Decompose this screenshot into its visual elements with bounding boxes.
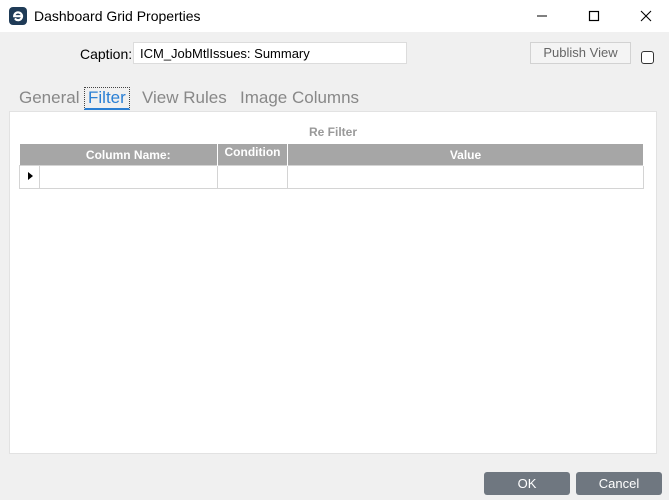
tab-general[interactable]: General: [19, 87, 79, 109]
cell-condition[interactable]: [217, 165, 288, 189]
filter-grid-title: Re Filter: [308, 125, 357, 139]
caption-label: Caption:: [80, 46, 133, 62]
maximize-button[interactable]: [571, 0, 617, 32]
maximize-icon: [588, 10, 600, 22]
close-button[interactable]: [623, 0, 669, 32]
column-header-column-name[interactable]: Column Name:: [39, 144, 218, 166]
caption-input[interactable]: [133, 42, 407, 64]
title-bar: Dashboard Grid Properties: [0, 0, 669, 32]
cell-column-name[interactable]: [39, 165, 218, 189]
table-row[interactable]: [19, 165, 644, 189]
cell-value[interactable]: [287, 165, 644, 189]
filter-grid: Column Name: Condition Value: [19, 144, 644, 189]
window-title: Dashboard Grid Properties: [34, 8, 201, 24]
grid-header-row: Column Name: Condition Value: [19, 144, 644, 166]
publish-view-button[interactable]: Publish View: [530, 42, 631, 64]
app-logo-icon: [9, 7, 27, 25]
column-header-value[interactable]: Value: [287, 144, 644, 166]
tab-filter[interactable]: Filter: [84, 87, 130, 110]
minimize-icon: [537, 15, 547, 17]
tab-view-rules[interactable]: View Rules: [142, 87, 227, 109]
close-icon: [640, 10, 652, 22]
ok-button[interactable]: OK: [484, 472, 570, 495]
cancel-button[interactable]: Cancel: [576, 472, 662, 495]
column-header-condition[interactable]: Condition: [217, 144, 288, 166]
minimize-button[interactable]: [519, 0, 565, 32]
row-selector[interactable]: [19, 165, 40, 189]
dialog-window: Dashboard Grid Properties Caption: Publi…: [0, 0, 669, 500]
publish-view-checkbox[interactable]: [641, 51, 654, 64]
tab-image-columns[interactable]: Image Columns: [240, 87, 359, 109]
filter-panel: Re Filter Column Name: Condition Value: [9, 111, 657, 454]
row-header-corner: [19, 144, 40, 166]
current-row-arrow-icon: [27, 172, 33, 180]
